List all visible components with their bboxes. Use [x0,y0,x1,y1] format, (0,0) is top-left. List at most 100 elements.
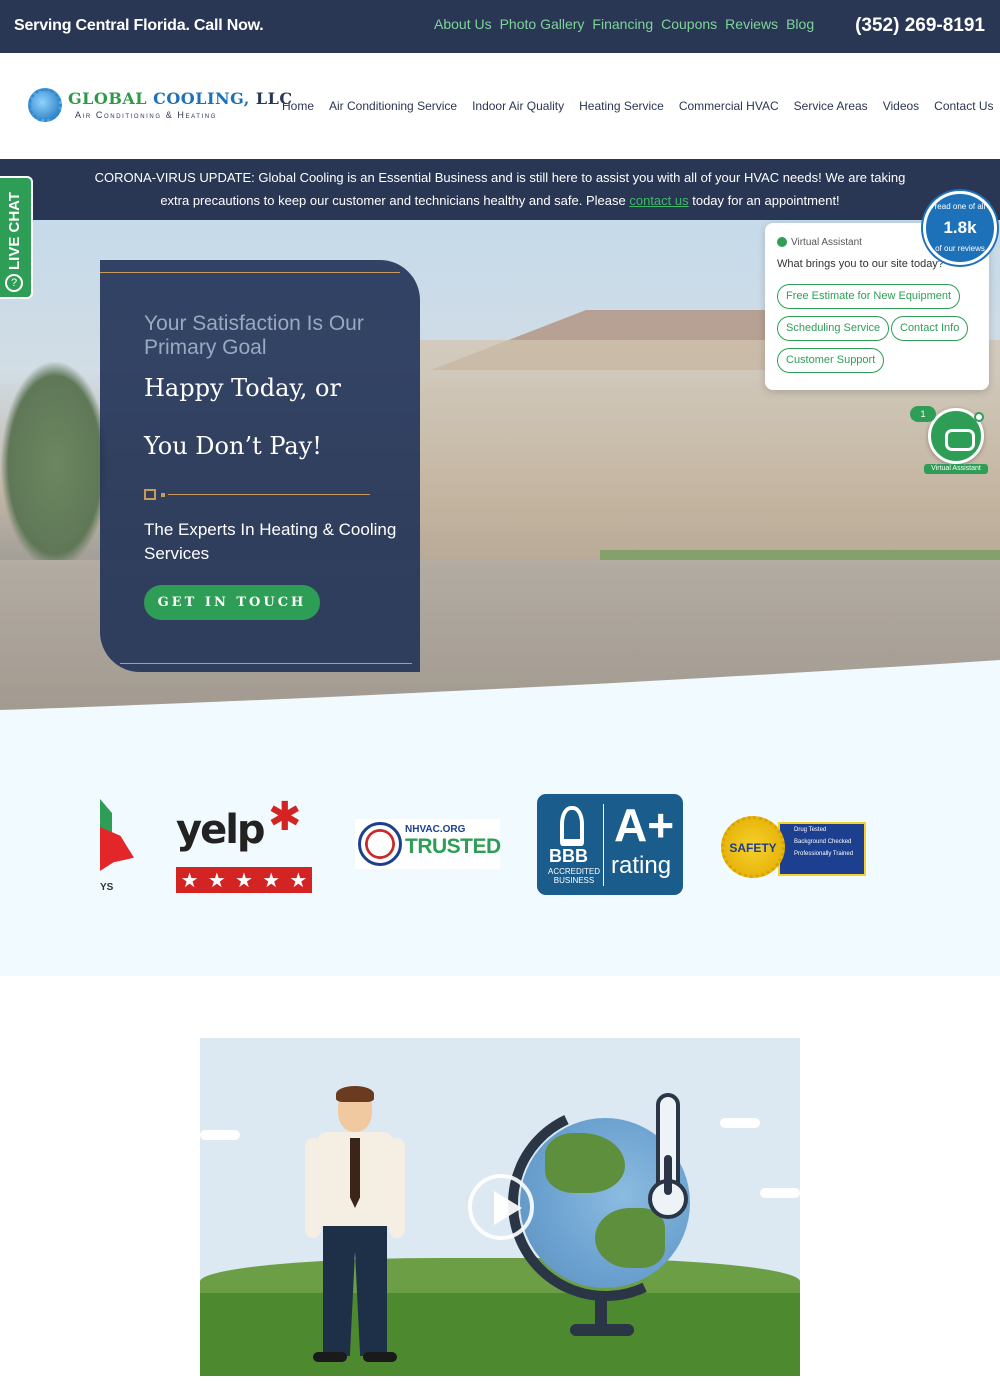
globe-icon [28,88,62,122]
safety-item: Professionally Trained [794,851,854,857]
hero-card: Your Satisfaction Is Our Primary Goal Ha… [100,260,420,672]
technician-safety-seal[interactable]: Drug Tested Background Checked Professio… [721,816,866,878]
hero-headline-line2: You Don’t Pay! [144,432,322,460]
corona-line-2-end: today for an appointment! [692,193,840,208]
star-icon: ★ [262,869,281,892]
thermometer-icon [648,1093,688,1221]
cloud [760,1188,800,1198]
safety-seal-text: SAFETY [729,841,777,855]
assistant-avatar-icon [777,237,787,248]
main-nav: Home Air Conditioning Service Indoor Air… [282,99,994,113]
live-chat-tab[interactable]: LIVE CHAT ? [0,176,33,299]
nav-service-areas[interactable]: Service Areas [794,99,868,113]
notification-badge: 1 [910,406,936,422]
top-link-financing[interactable]: Financing [592,16,653,32]
star-icon: ★ [207,869,226,892]
logo-name: GLOBAL COOLING, LLC [68,89,293,108]
nhvac-trusted-text: TRUSTED [405,835,501,858]
reviews-badge[interactable]: read one of all 1.8k of our reviews [923,191,997,265]
yelp-burst-icon: ✱ [268,795,302,839]
yelp-badge[interactable]: yelp ✱ ★ ★ ★ ★ ★ [176,797,312,893]
star-icon: ★ [235,869,253,892]
assistant-question: What brings you to our site today? [777,258,944,270]
partial-award-logo: YS [100,799,136,893]
option-scheduling-service[interactable]: Scheduling Service [777,316,890,341]
bbb-rating-badge[interactable]: BBB ACCREDITED BUSINESS A+ rating [537,794,683,895]
service-area-tagline: Serving Central Florida. Call Now. [14,17,264,34]
logo-subtitle: Air Conditioning & Heating [75,110,217,120]
bbb-torch-icon [560,806,584,846]
decorative-divider [144,489,370,501]
nhvac-trusted-badge[interactable]: NHVAC.ORG TRUSTED [355,819,501,869]
intro-video[interactable] [200,1038,800,1376]
top-bar: Serving Central Florida. Call Now. About… [0,0,1000,53]
bbb-grade: A+ [614,799,675,851]
nav-heating[interactable]: Heating Service [579,99,664,113]
virtual-assistant-launcher[interactable]: 1 Virtual Assistant [910,406,988,476]
logo-word-cooling: COOLING, [153,89,250,108]
site-header: GLOBAL COOLING, LLC Air Conditioning & H… [0,53,1000,159]
card-bottom-rule [120,663,412,664]
top-link-gallery[interactable]: Photo Gallery [500,16,585,32]
corona-line-1: CORONA-VIRUS UPDATE: Global Cooling is a… [94,170,906,185]
nhvac-seal-icon [358,822,402,866]
hero-headline-line1: Happy Today, or [144,374,341,402]
top-link-reviews[interactable]: Reviews [725,16,778,32]
yelp-wordmark: yelp [176,807,266,853]
live-chat-label: LIVE CHAT [6,191,23,270]
get-in-touch-button[interactable]: GET IN TOUCH [144,585,320,620]
assistant-header: Virtual Assistant [777,237,862,248]
page: Serving Central Florida. Call Now. About… [0,0,1000,1400]
trust-badges-section: YS yelp ✱ ★ ★ ★ ★ ★ NHVAC.ORG TRUSTED BB… [0,711,1000,976]
logo-word-global: GLOBAL [68,89,148,108]
corona-line-2-text: extra precautions to keep our customer a… [160,193,626,208]
bbb-rating-text: rating [611,852,672,879]
reviews-badge-top: read one of all [934,202,986,211]
option-free-estimate[interactable]: Free Estimate for New Equipment [777,284,961,309]
top-link-about[interactable]: About Us [434,16,492,32]
cloud [720,1118,760,1128]
corona-update-banner: CORONA-VIRUS UPDATE: Global Cooling is a… [0,159,1000,220]
play-icon [494,1191,522,1225]
reviews-badge-bottom: of our reviews [935,244,985,253]
partial-award-text: YS [100,882,114,893]
plug-icon [144,489,156,500]
man-illustration [305,1086,405,1366]
nhvac-org-text: NHVAC.ORG [405,824,466,835]
top-link-blog[interactable]: Blog [786,16,814,32]
nav-home[interactable]: Home [282,99,314,113]
nav-contact[interactable]: Contact Us [934,99,993,113]
card-top-rule [100,272,400,273]
play-button[interactable] [468,1174,534,1240]
nav-indoor-air-quality[interactable]: Indoor Air Quality [472,99,564,113]
hero-tagline: The Experts In Heating & Cooling Service… [144,520,397,563]
phone-number[interactable]: (352) 269-8191 [855,15,985,37]
nav-air-conditioning[interactable]: Air Conditioning Service [329,99,457,113]
assistant-launcher-label: Virtual Assistant [924,464,988,474]
star-icon: ★ [289,869,308,892]
safety-checklist: Drug Tested Background Checked Professio… [778,822,866,876]
nav-videos[interactable]: Videos [883,99,919,113]
reviews-count: 1.8k [943,218,977,237]
assistant-title: Virtual Assistant [791,237,862,248]
top-link-coupons[interactable]: Coupons [661,16,717,32]
hero-subheading: Your Satisfaction Is Our Primary Goal [144,312,364,359]
safety-seal-icon: SAFETY [721,816,785,878]
top-links: About Us Photo Gallery Financing Coupons… [434,16,814,32]
cloud [200,1130,240,1140]
safety-item: Background Checked [794,839,852,845]
option-contact-info[interactable]: Contact Info [891,316,969,341]
online-indicator [974,412,984,422]
corona-line-2: extra precautions to keep our customer a… [0,189,1000,212]
star-icon: ★ [180,869,199,892]
bbb-accredited-text: ACCREDITED BUSINESS [547,867,600,885]
safety-item: Drug Tested [794,827,827,833]
bbb-text: BBB [549,846,588,866]
option-customer-support[interactable]: Customer Support [777,348,885,373]
company-logo[interactable]: GLOBAL COOLING, LLC Air Conditioning & H… [28,85,292,127]
nav-commercial-hvac[interactable]: Commercial HVAC [679,99,779,113]
yelp-five-stars: ★ ★ ★ ★ ★ [176,867,312,893]
robot-icon [945,429,975,451]
contact-us-link[interactable]: contact us [629,193,688,208]
chat-icon: ? [5,274,23,292]
